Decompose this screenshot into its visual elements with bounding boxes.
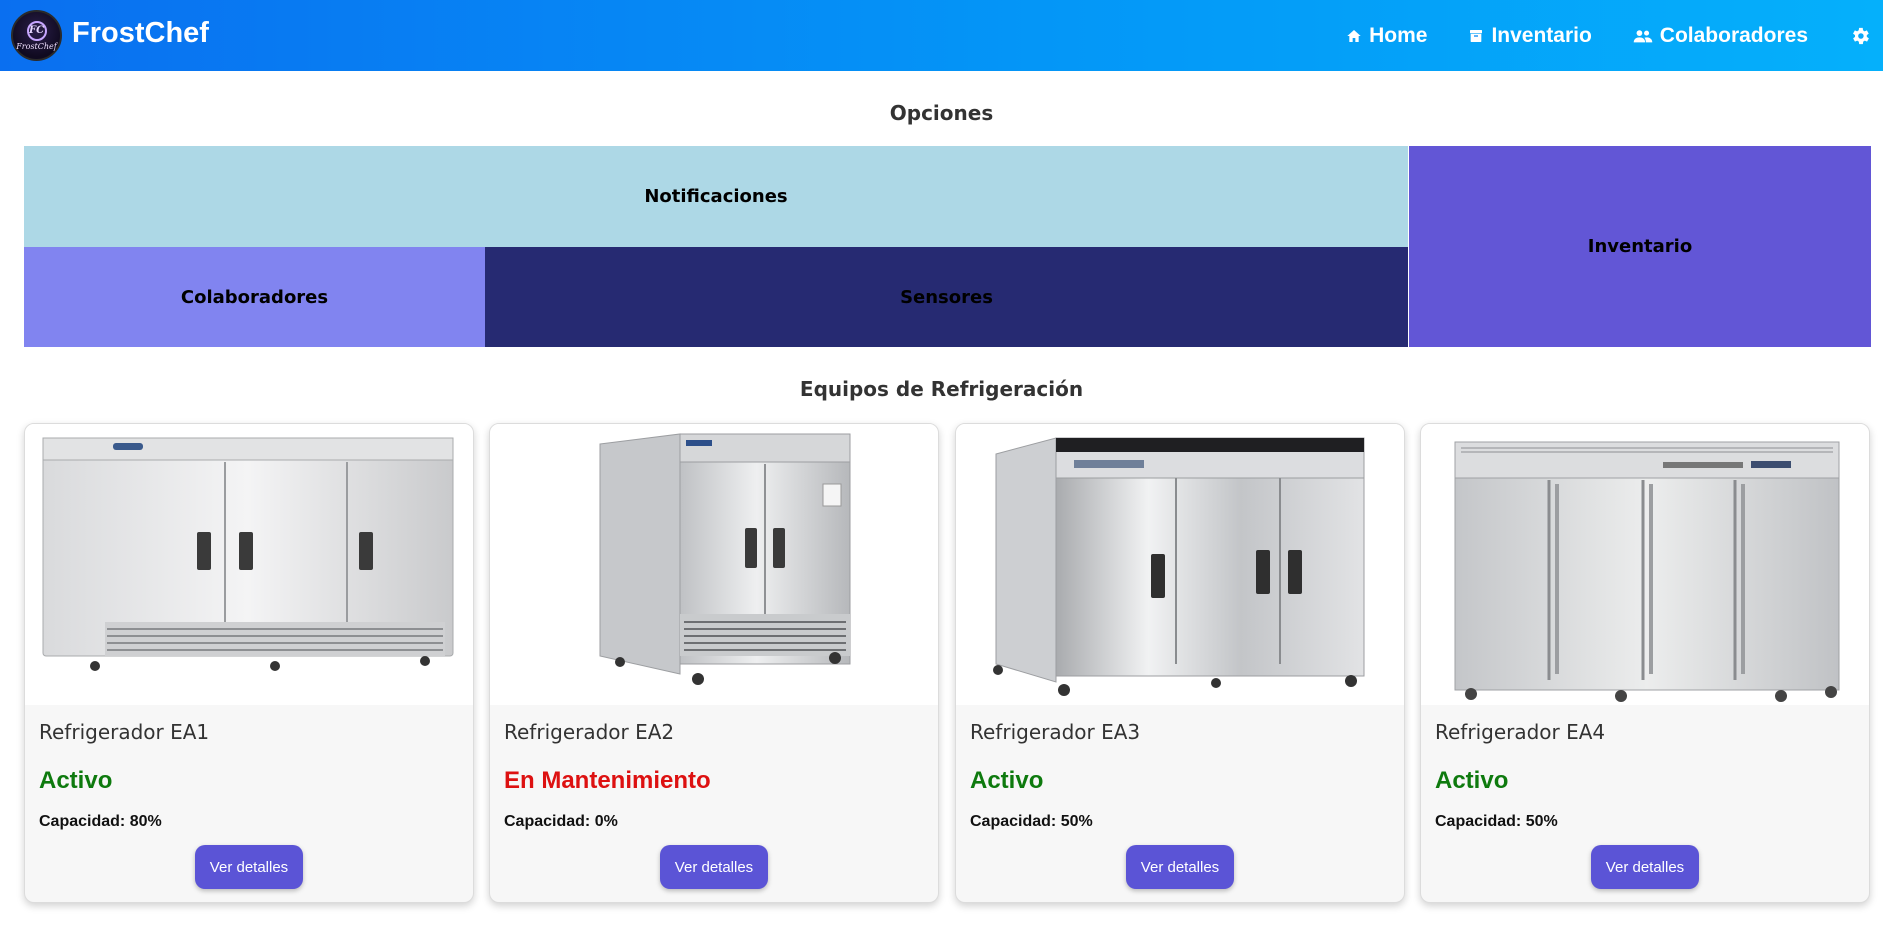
capacity-text: Capacidad: 50% [970,813,1093,831]
tile-inventario-label: Inventario [1587,236,1693,257]
refrigerator-image [490,424,938,705]
equipment-card: Refrigerador EA1 Activo Capacidad: 80% V… [24,423,474,903]
view-details-button[interactable]: Ver detalles [660,845,768,889]
top-navbar: FC FrostChef FrostChef Home Inventario C… [0,0,1883,71]
nav-inventario[interactable]: Inventario [1468,23,1592,48]
view-details-button[interactable]: Ver detalles [1591,845,1699,889]
logo-initials: FC [26,20,47,41]
options-title: Opciones [889,101,994,125]
equipment-name: Refrigerador EA3 [970,720,1141,744]
brand-name[interactable]: FrostChef [72,17,209,50]
nav-inventario-label: Inventario [1491,23,1592,47]
capacity-label: Capacidad: [1435,813,1522,830]
tile-colaboradores-label: Colaboradores [180,286,329,308]
capacity-value: 50% [1525,813,1558,830]
nav-home[interactable]: Home [1346,24,1427,48]
capacity-value: 80% [129,813,162,830]
refrigerator-image [25,424,473,705]
nav-colaboradores[interactable]: Colaboradores [1633,24,1808,48]
status-badge: En Mantenimiento [504,767,711,794]
status-badge: Activo [1435,767,1509,794]
capacity-label: Capacidad: [504,813,591,830]
tile-notificaciones-label: Notificaciones [644,186,788,207]
capacity-label: Capacidad: [970,813,1057,830]
refrigerator-image [1421,424,1869,705]
equipment-name: Refrigerador EA1 [39,720,210,744]
status-badge: Activo [970,767,1044,794]
logo-script: FrostChef [16,41,57,51]
capacity-label: Capacidad: [39,813,126,830]
nav-home-label: Home [1369,23,1428,47]
tile-sensores-label: Sensores [900,286,993,308]
capacity-text: Capacidad: 50% [1435,813,1558,831]
status-badge: Activo [39,767,113,794]
people-icon [1633,29,1653,42]
equipment-name: Refrigerador EA4 [1435,720,1606,744]
refrigerator-image [956,424,1404,705]
archive-icon [1470,29,1483,42]
tile-colaboradores[interactable]: Colaboradores [24,247,485,347]
view-details-button[interactable]: Ver detalles [1126,845,1234,889]
main-nav: Home Inventario Colaboradores [1346,0,1883,71]
tile-inventario[interactable]: Inventario [1409,146,1871,347]
settings-button[interactable] [1849,25,1871,47]
capacity-text: Capacidad: 80% [39,813,162,831]
equipment-name: Refrigerador EA2 [504,720,675,744]
equipment-card: Refrigerador EA2 En Mantenimiento Capaci… [489,423,939,903]
equipment-title: Equipos de Refrigeración [799,377,1084,401]
home-icon [1347,29,1361,42]
tile-sensores[interactable]: Sensores [485,247,1408,347]
nav-colaboradores-label: Colaboradores [1659,23,1808,47]
gear-icon [1853,27,1869,44]
equipment-card: Refrigerador EA4 Activo Capacidad: 50% V… [1420,423,1870,903]
capacity-text: Capacidad: 0% [504,813,618,831]
view-details-button[interactable]: Ver detalles [195,845,303,889]
equipment-card: Refrigerador EA3 Activo Capacidad: 50% V… [955,423,1405,903]
tile-notificaciones[interactable]: Notificaciones [24,146,1408,247]
brand-logo[interactable]: FC FrostChef [11,10,62,61]
capacity-value: 0% [594,813,618,830]
capacity-value: 50% [1060,813,1093,830]
